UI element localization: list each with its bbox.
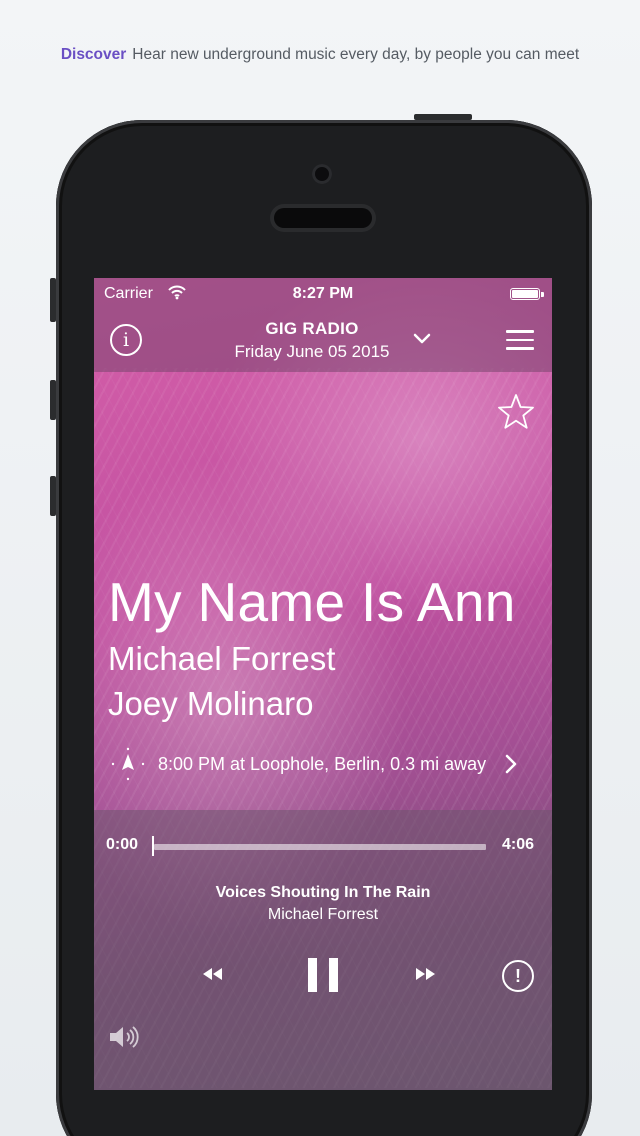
status-time: 8:27 PM bbox=[292, 285, 354, 302]
tagline-text: Hear new underground music every day, by… bbox=[132, 46, 580, 63]
progress-scrubber[interactable] bbox=[152, 836, 154, 856]
power-button bbox=[414, 114, 472, 120]
total-time: 4:06 bbox=[501, 836, 534, 853]
star-icon[interactable] bbox=[496, 392, 536, 432]
volume-down-button bbox=[50, 476, 56, 516]
alert-icon[interactable]: ! bbox=[502, 960, 534, 992]
nav-bar: i GIG RADIO Friday June 05 2015 bbox=[94, 310, 552, 372]
earpiece-speaker bbox=[274, 208, 372, 228]
battery-icon bbox=[510, 288, 544, 300]
station-date[interactable]: Friday June 05 2015 bbox=[94, 342, 530, 362]
rewind-icon[interactable] bbox=[200, 966, 224, 982]
station-title[interactable]: GIG RADIO bbox=[94, 319, 530, 339]
pause-icon[interactable] bbox=[306, 956, 340, 994]
progress-bar[interactable] bbox=[154, 844, 486, 850]
location-pin-icon bbox=[111, 747, 145, 781]
status-bar: Carrier 8:27 PM bbox=[94, 278, 552, 310]
event-info-row[interactable]: 8:00 PM at Loophole, Berlin, 0.3 mi away bbox=[108, 746, 528, 782]
front-camera bbox=[312, 164, 332, 184]
song-title: My Name Is Ann bbox=[108, 571, 516, 633]
tagline-accent: Discover bbox=[60, 46, 127, 63]
track-artist: Michael Forrest bbox=[267, 906, 379, 923]
fast-forward-icon[interactable] bbox=[414, 966, 438, 982]
volume-icon[interactable] bbox=[108, 1024, 140, 1050]
mute-switch bbox=[50, 278, 56, 322]
chevron-right-icon bbox=[505, 754, 517, 774]
volume-up-button bbox=[50, 380, 56, 420]
chevron-down-icon[interactable] bbox=[412, 332, 432, 346]
track-name: Voices Shouting In The Rain bbox=[215, 884, 431, 901]
elapsed-time: 0:00 bbox=[106, 836, 139, 853]
tagline: Discover Hear new underground music every… bbox=[0, 46, 640, 64]
artist-name[interactable]: Joey Molinaro bbox=[108, 685, 313, 723]
menu-icon[interactable] bbox=[506, 330, 534, 350]
player-panel: 0:00 4:06 Voices Shouting In The Rain Mi… bbox=[94, 810, 552, 1090]
app-screen: Carrier 8:27 PM i GIG RADIO Friday June … bbox=[94, 278, 552, 1090]
event-details: 8:00 PM at Loophole, Berlin, 0.3 mi away bbox=[158, 754, 487, 774]
artist-name[interactable]: Michael Forrest bbox=[108, 640, 335, 678]
